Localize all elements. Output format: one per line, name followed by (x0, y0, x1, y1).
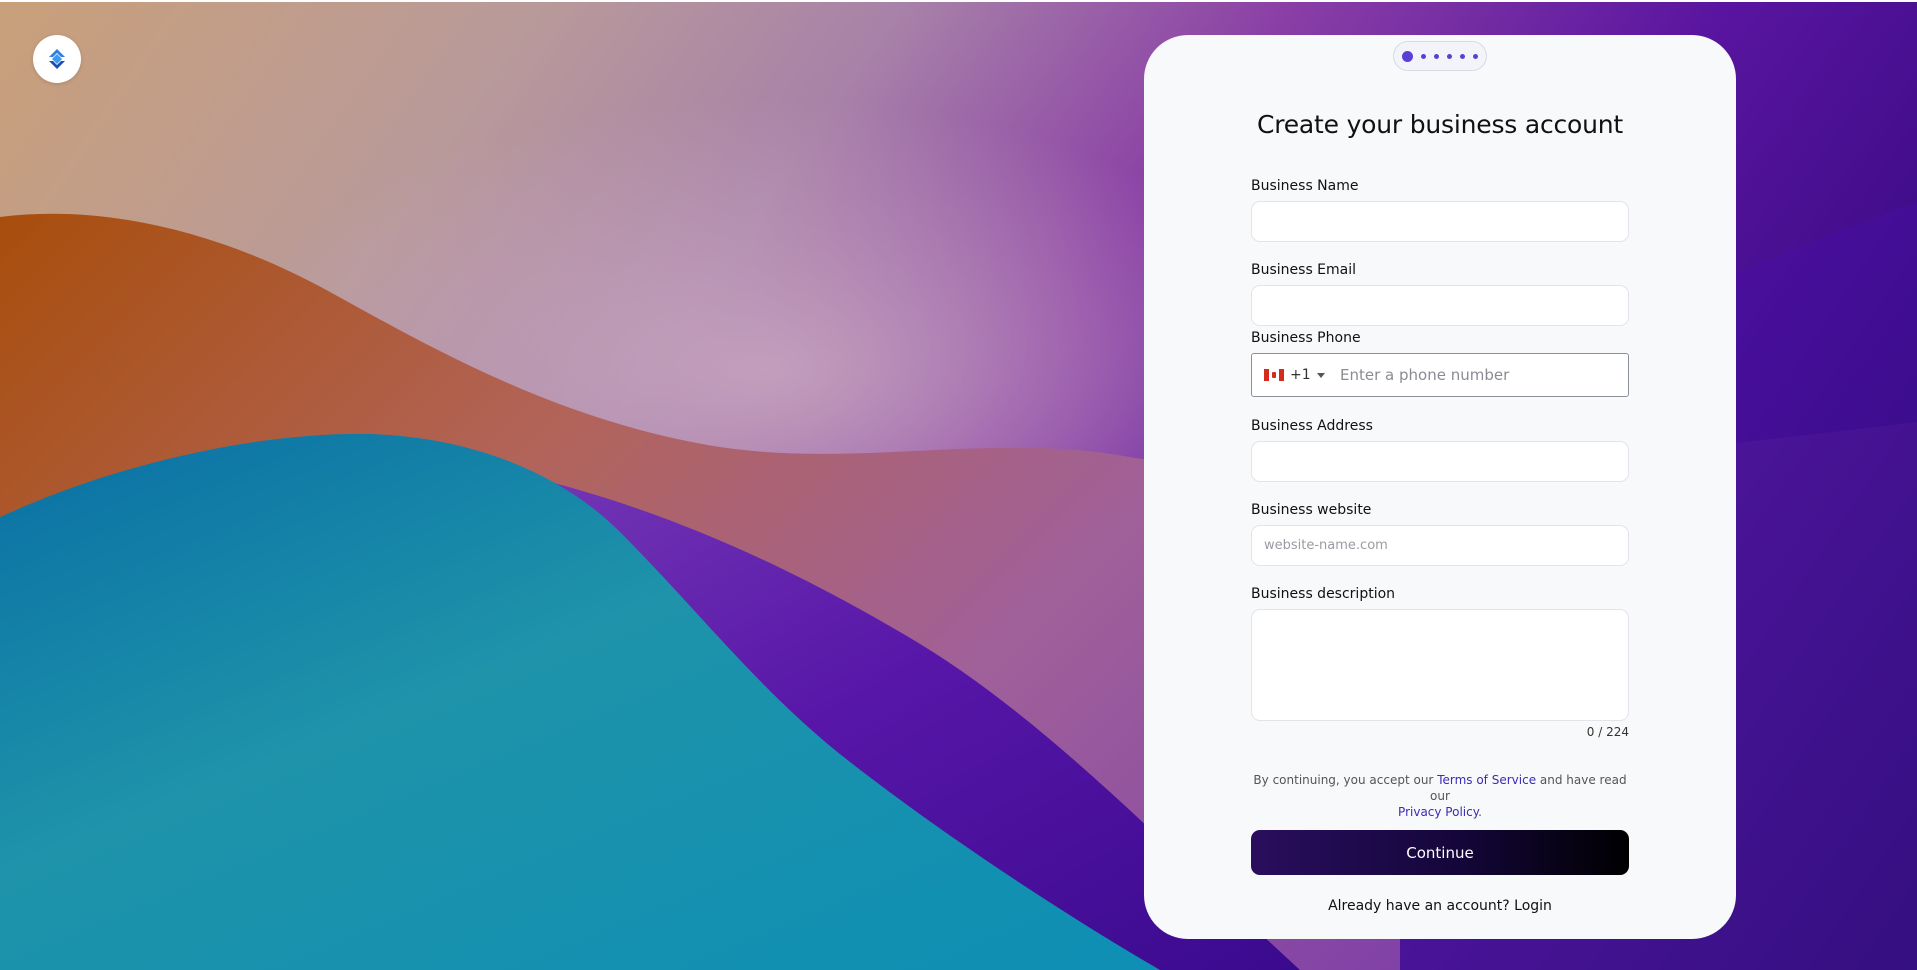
business-email-label: Business Email (1251, 262, 1357, 278)
canada-flag-icon (1264, 369, 1284, 381)
brand-logo[interactable] (33, 35, 81, 83)
login-prompt: Already have an account? Login (1144, 898, 1736, 914)
business-description-label: Business description (1251, 586, 1396, 602)
business-email-input[interactable] (1251, 285, 1629, 326)
step-indicator (1393, 41, 1487, 71)
step-dot (1421, 53, 1426, 59)
step-dot (1460, 53, 1465, 59)
terms-of-service-link[interactable]: Terms of Service (1437, 773, 1536, 787)
business-name-label: Business Name (1251, 178, 1359, 194)
brand-logo-icon (49, 49, 65, 69)
privacy-policy-link[interactable]: Privacy Policy (1398, 805, 1478, 819)
login-link[interactable]: Login (1514, 898, 1552, 914)
terms-suffix-text: . (1478, 805, 1482, 819)
step-dot (1447, 53, 1452, 59)
chevron-down-icon (1316, 372, 1325, 378)
terms-prefix-text: By continuing, you accept our (1253, 773, 1438, 787)
continue-button[interactable]: Continue (1251, 830, 1629, 875)
business-address-input[interactable] (1251, 441, 1629, 482)
business-website-input[interactable] (1251, 525, 1629, 566)
business-description-textarea[interactable] (1251, 609, 1629, 721)
country-code: +1 (1290, 367, 1311, 383)
character-counter: 0 / 224 (1586, 725, 1629, 739)
business-phone-input[interactable] (1330, 354, 1628, 396)
step-dot (1434, 53, 1439, 59)
business-address-label: Business Address (1251, 418, 1373, 434)
step-dot-active (1402, 50, 1413, 62)
business-phone-field: +1 (1251, 353, 1629, 397)
business-website-label: Business website (1251, 502, 1372, 518)
login-prompt-text: Already have an account? (1328, 898, 1515, 914)
signup-card: Create your business account Business Na… (1144, 35, 1736, 939)
country-code-selector[interactable]: +1 (1252, 354, 1330, 396)
terms-notice: By continuing, you accept our Terms of S… (1251, 772, 1629, 820)
page-title: Create your business account (1256, 110, 1624, 139)
business-name-input[interactable] (1251, 201, 1629, 242)
step-dot (1473, 53, 1478, 59)
business-phone-label: Business Phone (1251, 330, 1361, 346)
